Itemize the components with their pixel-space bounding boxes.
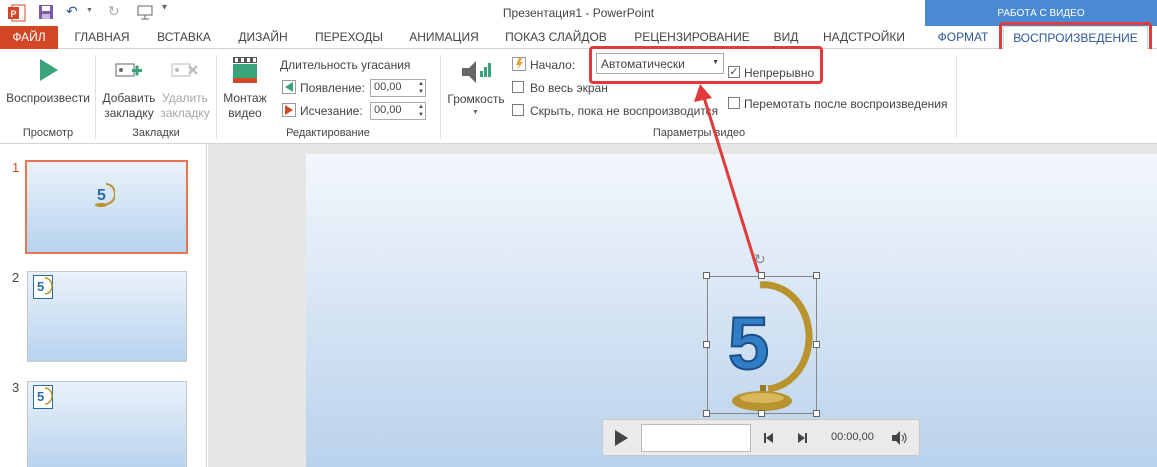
hide-checkbox[interactable] [512,104,524,116]
play-icon[interactable] [613,429,629,447]
step-forward-icon[interactable] [795,432,809,444]
slide-number: 3 [12,380,20,395]
play-button-label[interactable]: Воспроизвести [4,91,92,106]
add-bookmark-icon[interactable] [114,61,144,81]
tab-animations[interactable]: АНИМАЦИЯ [398,26,490,49]
number-five-globe-image: 5 [727,281,813,411]
fade-in-value: 00,00 [374,81,402,93]
volume-label[interactable]: Громкость [444,92,508,107]
separator [956,55,957,139]
tab-insert[interactable]: ВСТАВКА [146,26,222,49]
fade-out-icon [282,103,296,117]
start-icon [512,57,526,71]
step-back-icon[interactable] [763,432,777,444]
remove-bookmark-label-2[interactable]: закладку [156,106,214,121]
title-bar: P ↶ ▼ ↻ ▾ Презентация1 - PowerPoint РАБО… [0,0,1157,26]
remove-bookmark-label-1[interactable]: Удалить [156,91,214,106]
svg-text:5: 5 [37,279,44,294]
svg-text:5: 5 [97,187,106,204]
trim-video-label-1[interactable]: Монтаж [218,91,272,106]
tab-design[interactable]: ДИЗАЙН [228,26,298,49]
media-time: 00:00,00 [831,431,874,443]
resize-handle[interactable] [703,410,710,417]
powerpoint-window: P ↶ ▼ ↻ ▾ Презентация1 - PowerPoint РАБО… [0,0,1157,467]
progress-bar[interactable] [641,424,751,452]
slide-thumbnail-1[interactable]: 5 [25,160,188,254]
tab-addins[interactable]: НАДСТРОЙКИ [812,26,916,49]
ribbon-tabs: ФАЙЛ ГЛАВНАЯ ВСТАВКА ДИЗАЙН ПЕРЕХОДЫ АНИ… [0,26,1157,50]
tab-home[interactable]: ГЛАВНАЯ [62,26,142,49]
add-bookmark-label-1[interactable]: Добавить [100,91,158,106]
tab-file[interactable]: ФАЙЛ [0,26,58,49]
trim-video-icon[interactable] [230,55,260,85]
bookmarks-group-label: Закладки [132,127,180,139]
volume-dropdown-icon[interactable]: ▼ [472,109,479,116]
resize-handle[interactable] [813,410,820,417]
preview-group-label: Просмотр [22,127,74,139]
fullscreen-checkbox[interactable] [512,81,524,93]
fade-out-value: 00,00 [374,104,402,116]
video-tools-label: РАБОТА С ВИДЕО [997,8,1085,19]
svg-text:5: 5 [728,302,769,385]
slide-number: 2 [12,270,20,285]
rewind-label[interactable]: Перемотать после воспроизведения [744,97,947,111]
resize-handle[interactable] [813,272,820,279]
separator [440,55,441,139]
trim-video-label-2[interactable]: видео [218,106,272,121]
svg-text:5: 5 [37,389,44,404]
resize-handle[interactable] [758,410,765,417]
fade-in-icon [282,80,296,94]
video-thumbnail-icon: 5 [33,385,53,409]
separator [216,55,217,139]
annotation-arrow [694,84,760,273]
separator [95,55,96,139]
tab-transitions[interactable]: ПЕРЕХОДЫ [304,26,394,49]
editing-group-label: Редактирование [286,127,370,139]
video-thumbnail-icon: 5 [95,183,115,207]
start-highlight-box [589,46,823,84]
remove-bookmark-icon[interactable] [170,61,200,81]
play-icon[interactable] [36,57,60,83]
slide-number: 1 [12,160,20,175]
slide-thumbnail-pane: 1 5 2 5 3 5 [0,144,207,467]
resize-handle[interactable] [703,341,710,348]
fade-out-label: Исчезание: [300,104,363,118]
tab-format[interactable]: ФОРМАТ [930,26,996,49]
resize-handle[interactable] [813,341,820,348]
media-controls: 00:00,00 [602,419,920,456]
start-label: Начало: [530,58,576,72]
fade-in-input[interactable]: 00,00 ▲ ▼ [370,79,426,97]
ribbon: Воспроизвести Просмотр Добавить закладку… [0,49,1157,144]
video-object[interactable]: 5 [707,276,817,414]
spin-arrows-icon[interactable]: ▲ ▼ [418,103,424,119]
video-thumbnail-icon: 5 [33,275,53,299]
add-bookmark-label-2[interactable]: закладку [100,106,158,121]
volume-icon[interactable] [891,430,909,446]
volume-icon[interactable] [460,57,492,87]
spin-arrows-icon[interactable]: ▲ ▼ [418,80,424,96]
slide-thumbnail-2[interactable]: 5 [27,271,187,362]
fade-in-label: Появление: [300,81,365,95]
slide-thumbnail-3[interactable]: 5 [27,381,187,467]
fade-duration-title: Длительность угасания [280,58,411,72]
fade-out-input[interactable]: 00,00 ▲ ▼ [370,102,426,120]
